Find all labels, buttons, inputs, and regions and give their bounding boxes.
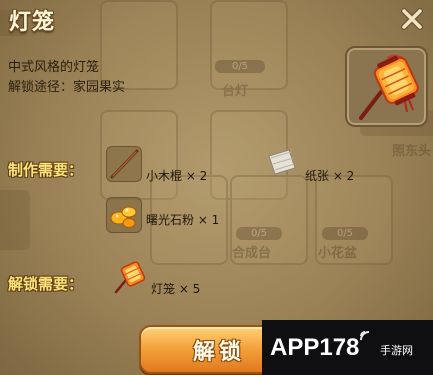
item-preview: [345, 46, 428, 127]
item-title: 灯笼: [9, 10, 56, 35]
dawn-stone-powder-icon: [110, 206, 137, 228]
signal-icon: [360, 331, 370, 341]
background-slot-count: 0/5: [322, 227, 368, 240]
lantern-detail-popup: 0/5 台灯 照东头 0/5 0/5 合成台 小花盆 灯笼 中式风格的灯笼 解锁…: [0, 0, 433, 375]
material-slot: [112, 260, 146, 294]
unlock-requirement-label: 解锁需要：: [8, 275, 84, 293]
unlock-item-text: 灯笼 × 5: [151, 282, 201, 296]
lantern-icon: [359, 54, 419, 120]
material-slot: [106, 146, 142, 182]
material-text: 小木棍 × 2: [146, 169, 208, 183]
lantern-icon: [114, 261, 146, 294]
material-slot: [106, 197, 142, 233]
watermark: APP178 手游网: [262, 320, 433, 375]
paper-icon: [268, 149, 296, 175]
close-icon: [401, 8, 423, 30]
background-slot-count: 0/5: [215, 60, 265, 73]
watermark-sub: 手游网: [380, 344, 413, 357]
background-slot-count: 0/5: [236, 227, 282, 240]
wooden-stick-icon: [110, 149, 139, 179]
background-slot-label: 小花盆: [318, 246, 358, 261]
unlock-path: 解锁途径：家园果实: [8, 80, 126, 95]
material-text: 纸张 × 2: [305, 169, 355, 183]
material-slot: [265, 146, 299, 180]
watermark-brand: APP178: [270, 334, 360, 361]
background-slot-label: 合成台: [232, 246, 272, 261]
craft-requirement-label: 制作需要：: [8, 161, 84, 179]
background-slot-label: 台灯: [222, 84, 249, 99]
item-description: 中式风格的灯笼: [8, 60, 100, 75]
material-text: 曙光石粉 × 1: [146, 213, 220, 227]
background-side-label: 照东头: [392, 144, 432, 159]
close-button[interactable]: [399, 6, 425, 32]
